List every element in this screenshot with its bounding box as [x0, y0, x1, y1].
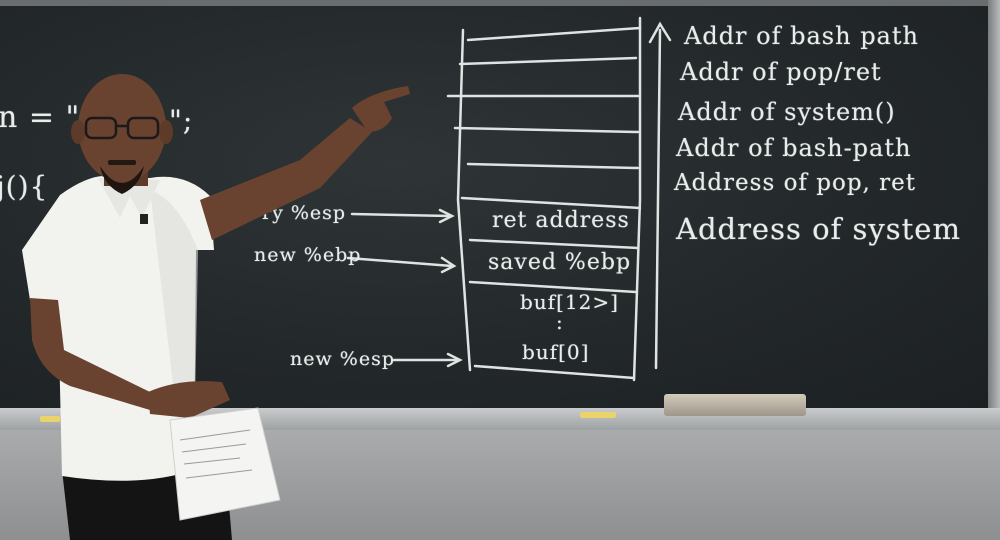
lecturer	[22, 74, 410, 540]
lecture-scene: n = "/ba h"; j(){ ry %esp new %ebp new %…	[0, 0, 1000, 540]
pointing-arm	[200, 118, 372, 240]
lapel-mic	[140, 214, 148, 224]
head	[78, 74, 166, 182]
